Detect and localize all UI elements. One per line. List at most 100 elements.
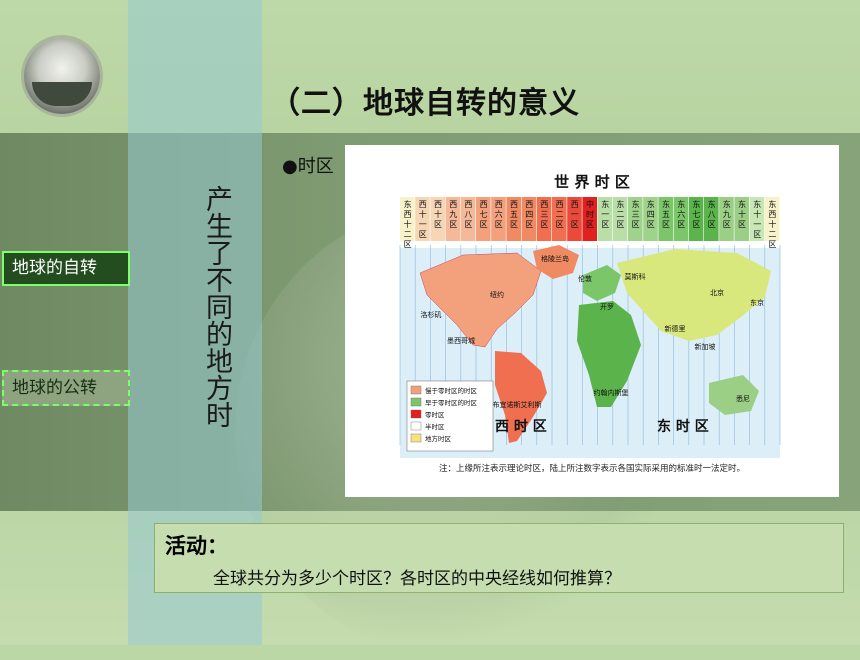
legend-entry: 地方时区 xyxy=(410,433,452,443)
zone-label-char: 东 xyxy=(738,199,746,209)
zone-label-char: 中 xyxy=(586,199,594,209)
legend-label: 零时区 xyxy=(425,410,445,419)
nav-earth-rotation-button[interactable]: 地球的自转 xyxy=(2,251,130,286)
zone-header-cell: 东十一区 xyxy=(749,197,765,241)
zone-label-char: 九 xyxy=(449,210,457,219)
zone-label-char: 区 xyxy=(434,220,442,229)
zone-label-char: 二 xyxy=(556,210,564,219)
place-label: 伦敦 xyxy=(578,274,592,283)
zone-label-char: 区 xyxy=(556,220,564,229)
zone-header-cell: 东五区 xyxy=(658,197,673,241)
zone-label-char: 七 xyxy=(480,210,488,219)
legend-label: 早于零时区的时区 xyxy=(425,398,478,407)
zone-label-char: 三 xyxy=(632,210,640,219)
west-zones-label: 西 时 区 xyxy=(495,418,547,435)
place-label: 北京 xyxy=(710,288,724,297)
zone-label-char: 西 xyxy=(556,200,564,209)
zone-label-char: 十 xyxy=(753,209,761,219)
zone-label-char: 西 xyxy=(540,200,548,209)
zone-label-char: 区 xyxy=(616,220,624,229)
zone-label-char: 区 xyxy=(692,220,700,229)
zone-header-cell: 东三区 xyxy=(628,197,643,241)
zone-label-char: 七 xyxy=(692,210,700,219)
zone-header-cell: 西五区 xyxy=(506,197,521,241)
zone-label-char: 西 xyxy=(404,210,412,219)
zone-label-char: 区 xyxy=(753,230,761,239)
zone-label-char: 十 xyxy=(738,209,746,219)
zone-label-char: 区 xyxy=(495,220,503,229)
page-title: （二）地球自转的意义 xyxy=(270,86,580,121)
map-figure: 世 界 时 区 东西十二区西十一区西十区西九区西八区西七区西六区西五区西四区西三… xyxy=(399,173,781,474)
legend-label: 半时区 xyxy=(425,422,445,431)
legend-entry: 慢于零时区的时区 xyxy=(410,385,478,395)
zone-header-cell: 东二区 xyxy=(612,197,628,241)
zone-label-char: 四 xyxy=(525,210,533,219)
legend-swatch xyxy=(410,421,422,431)
zone-header-cell: 东十区 xyxy=(734,197,749,241)
earth-logo-icon xyxy=(24,38,100,114)
place-label: 新加坡 xyxy=(695,342,716,351)
zone-header-cell: 西十区 xyxy=(430,197,445,241)
zone-label-char: 六 xyxy=(677,209,685,219)
zone-label-char: 东 xyxy=(768,199,776,209)
zone-label-char: 区 xyxy=(601,220,609,229)
map-note: 注：上缘所注表示理论时区，陆上所注数字表示各国实际采用的标准时一法定时。 xyxy=(439,463,745,474)
zone-label-char: 六 xyxy=(495,209,503,219)
zone-header-cell: 西二区 xyxy=(552,197,567,241)
activity-title: 活动： xyxy=(165,534,228,558)
zone-header-cell: 西七区 xyxy=(476,197,491,241)
zone-label-char: 三 xyxy=(540,210,548,219)
legend-label: 地方时区 xyxy=(425,434,452,443)
zone-header-cell: 西六区 xyxy=(491,197,506,241)
zone-header-cell: 东西十二区 xyxy=(764,197,780,249)
vertical-caption: 产生了不同的地方时 xyxy=(201,185,232,428)
zone-label-char: 区 xyxy=(586,220,594,229)
zone-header-cell: 东七区 xyxy=(688,197,704,241)
zone-label-char: 东 xyxy=(601,199,609,209)
zone-label-char: 区 xyxy=(404,240,412,249)
zone-header-row: 东西十二区西十一区西十区西九区西八区西七区西六区西五区西四区西三区西二区西一区中… xyxy=(400,197,780,249)
zone-label-char: 五 xyxy=(510,210,518,219)
place-label: 约翰内斯堡 xyxy=(594,388,629,397)
zone-label-char: 一 xyxy=(601,210,609,219)
zone-label-char: 区 xyxy=(571,220,579,229)
zone-label-char: 二 xyxy=(768,230,776,239)
zone-label-char: 西 xyxy=(571,200,579,209)
place-label: 东京 xyxy=(750,298,764,307)
zone-label-char: 西 xyxy=(464,200,472,209)
zone-label-char: 区 xyxy=(419,230,427,239)
zone-label-char: 西 xyxy=(449,200,457,209)
zone-header-cell: 西三区 xyxy=(536,197,552,241)
zone-label-char: 西 xyxy=(480,200,488,209)
zone-label-char: 区 xyxy=(647,220,655,229)
zone-label-char: 十 xyxy=(419,209,427,219)
zone-label-char: 西 xyxy=(495,200,503,209)
zone-header-cell: 东八区 xyxy=(704,197,719,241)
place-label: 新德里 xyxy=(665,324,686,333)
zone-label-char: 东 xyxy=(616,199,624,209)
zone-label-char: 区 xyxy=(449,220,457,229)
zone-label-char: 东 xyxy=(708,199,716,209)
place-label: 莫斯科 xyxy=(625,272,646,281)
east-zones-label: 东 时 区 xyxy=(657,418,709,435)
place-label: 悉尼 xyxy=(736,394,750,403)
nav-earth-revolution-button[interactable]: 地球的公转 xyxy=(2,370,130,406)
zone-label-char: 西 xyxy=(525,200,533,209)
place-label: 纽约 xyxy=(490,290,504,299)
map-heading: 世 界 时 区 xyxy=(554,173,630,191)
zone-label-char: 东 xyxy=(723,199,731,209)
place-label: 格陵兰岛 xyxy=(541,254,569,263)
legend-entry: 零时区 xyxy=(410,409,445,419)
zone-label-char: 时 xyxy=(586,209,594,219)
zone-label-char: 一 xyxy=(571,210,579,219)
zone-label-char: 区 xyxy=(510,220,518,229)
zone-label-char: 区 xyxy=(738,220,746,229)
zone-header-cell: 西九区 xyxy=(445,197,461,241)
legend-swatch xyxy=(410,397,422,407)
zone-label-char: 十 xyxy=(768,219,776,229)
zone-label-char: 西 xyxy=(510,200,518,209)
zone-header-cell: 西八区 xyxy=(460,197,476,241)
place-label: 开罗 xyxy=(600,303,614,311)
zone-header-cell: 西十一区 xyxy=(415,197,430,241)
activity-question: 全球共分为多少个时区？各时区的中央经线如何推算？ xyxy=(213,569,621,589)
